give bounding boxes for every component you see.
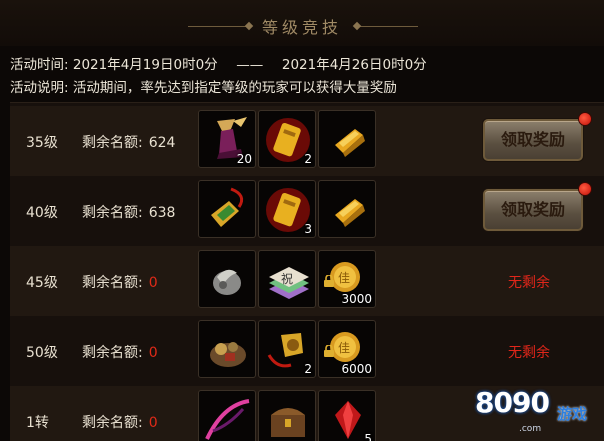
- quota-number: 0: [148, 415, 158, 431]
- slot-count: 3000: [341, 292, 372, 306]
- claim-reward-button[interactable]: 领取奖励: [483, 189, 583, 231]
- jade-pendant-icon: [211, 187, 244, 227]
- slot-count: 2: [304, 152, 312, 166]
- activity-desc-text: 活动期间，率先达到指定等级的玩家可以获得大量奖励: [72, 80, 397, 96]
- svg-text:佳: 佳: [338, 271, 350, 285]
- lock-icon: [324, 275, 334, 287]
- lock-icon: [324, 345, 334, 357]
- sold-out-label: 无剩余: [508, 275, 550, 291]
- watermark-domain: .com: [519, 424, 542, 434]
- slot-count: 20: [236, 152, 252, 166]
- claim-reward-button[interactable]: 领取奖励: [483, 119, 583, 161]
- notification-dot: [578, 112, 592, 126]
- silver-ore-icon: [213, 269, 241, 295]
- title-bar: 等级竞技: [0, 0, 604, 46]
- scroll-stack-icon: 祝: [269, 267, 309, 299]
- quota-number: 0: [148, 345, 158, 361]
- row-quota: 剩余名额: 624: [82, 132, 175, 152]
- site-watermark: 8090 游戏 .com: [475, 378, 600, 438]
- reward-row-40: 40级 剩余名额: 638 3 领取奖励: [10, 176, 604, 246]
- slot-count: 5: [364, 432, 372, 441]
- row-quota: 剩余名额: 0: [82, 272, 158, 292]
- row-quota: 剩余名额: 0: [82, 342, 158, 362]
- quota-number: 624: [148, 135, 176, 151]
- quota-number: 638: [148, 205, 176, 221]
- gold-ingot-icon: [335, 199, 365, 227]
- reward-slot[interactable]: [318, 180, 376, 238]
- activity-start: 2021年4月19日0时0分: [72, 57, 218, 73]
- reward-slot[interactable]: [198, 320, 256, 378]
- quota-label: 剩余名额:: [82, 135, 143, 151]
- row-level: 50级: [26, 345, 58, 361]
- slot-count: 3: [304, 222, 312, 236]
- row-quota: 剩余名额: 0: [82, 412, 158, 432]
- watermark-digits: 8090: [475, 386, 550, 419]
- row-quota: 剩余名额: 638: [82, 202, 175, 222]
- reward-slot[interactable]: 祝: [258, 250, 316, 308]
- sold-out-label: 无剩余: [508, 345, 550, 361]
- title-ornament-left: [188, 26, 248, 27]
- reward-slot[interactable]: 2: [258, 110, 316, 168]
- reward-slot[interactable]: [318, 110, 376, 168]
- row-level: 40级: [26, 205, 58, 221]
- quota-number: 0: [148, 275, 158, 291]
- row-level: 35级: [26, 135, 58, 151]
- activity-time: 活动时间: 2021年4月19日0时0分 —— 2021年4月26日0时0分: [10, 53, 427, 73]
- reward-row-35: 35级 剩余名额: 624 20 2 领取奖励: [10, 106, 604, 176]
- quota-label: 剩余名额:: [82, 345, 143, 361]
- pink-bow-icon: [205, 399, 250, 440]
- treasure-pile-icon: [210, 342, 246, 367]
- row-level: 45级: [26, 275, 58, 291]
- slot-count: 2: [304, 362, 312, 376]
- page-title: 等级竞技: [261, 18, 342, 37]
- quota-label: 剩余名额:: [82, 205, 143, 221]
- quota-label: 剩余名额:: [82, 275, 143, 291]
- reward-slot[interactable]: [198, 250, 256, 308]
- reward-slot[interactable]: [258, 390, 316, 441]
- activity-end: 2021年4月26日0时0分: [281, 57, 427, 73]
- gold-ingot-icon: [335, 129, 365, 157]
- slot-count: 6000: [341, 362, 372, 376]
- watermark-text: 游戏: [557, 405, 588, 423]
- activity-description: 活动说明: 活动期间，率先达到指定等级的玩家可以获得大量奖励: [10, 76, 397, 96]
- activity-desc-label: 活动说明:: [10, 80, 69, 96]
- reward-row-50: 50级 剩余名额: 0 2 佳 6000 无剩余: [10, 316, 604, 386]
- quota-label: 剩余名额:: [82, 415, 143, 431]
- reward-row-45: 45级 剩余名额: 0 祝 佳 3000 无剩余: [10, 246, 604, 316]
- reward-slot[interactable]: [198, 390, 256, 441]
- svg-text:佳: 佳: [338, 341, 350, 355]
- title-ornament-right: [358, 26, 418, 27]
- svg-text:祝: 祝: [281, 272, 293, 286]
- activity-separator: ——: [236, 57, 264, 73]
- reward-slot[interactable]: 佳 3000: [318, 250, 376, 308]
- reward-slot[interactable]: 3: [258, 180, 316, 238]
- reward-slot[interactable]: 佳 6000: [318, 320, 376, 378]
- reward-slot[interactable]: 2: [258, 320, 316, 378]
- reward-slot[interactable]: 20: [198, 110, 256, 168]
- reward-slot[interactable]: [198, 180, 256, 238]
- row-level: 1转: [26, 415, 49, 431]
- treasure-chest-icon: [271, 408, 305, 437]
- activity-time-label: 活动时间:: [10, 57, 69, 73]
- notification-dot: [578, 182, 592, 196]
- reward-slot[interactable]: 5: [318, 390, 376, 441]
